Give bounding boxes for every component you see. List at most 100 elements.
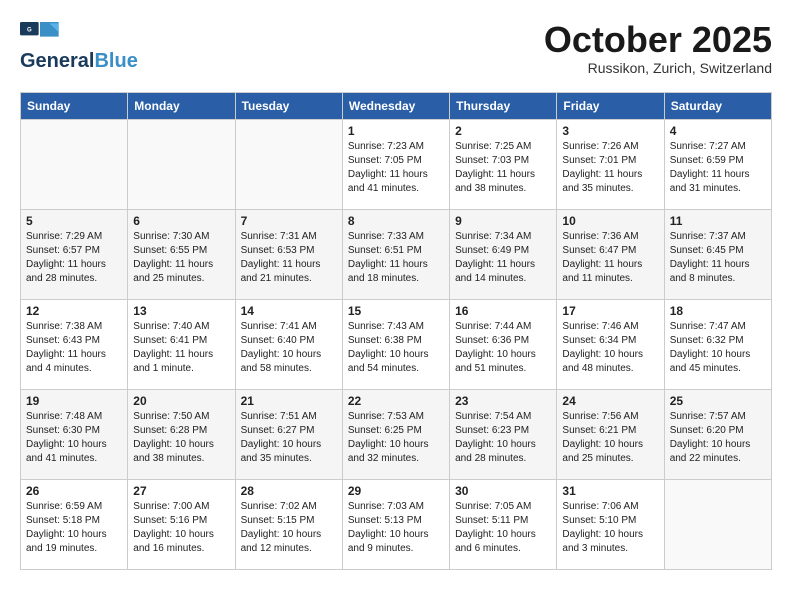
day-number: 24 <box>562 394 658 408</box>
day-number: 17 <box>562 304 658 318</box>
calendar-cell <box>128 119 235 209</box>
day-number: 7 <box>241 214 337 228</box>
title-block: October 2025 Russikon, Zurich, Switzerla… <box>544 20 772 76</box>
calendar-cell <box>664 479 771 569</box>
calendar-cell: 20 Sunrise: 7:50 AM Sunset: 6:28 PM Dayli… <box>128 389 235 479</box>
day-number: 26 <box>26 484 122 498</box>
day-number: 11 <box>670 214 766 228</box>
calendar-cell: 21Sunrise: 7:51 AM Sunset: 6:27 PM Dayli… <box>235 389 342 479</box>
logo-general: General <box>20 50 94 73</box>
logo-icon: G <box>20 20 60 48</box>
logo-blue: Blue <box>94 50 137 73</box>
calendar-cell: 18 Sunrise: 7:47 AM Sunset: 6:32 PM Dayli… <box>664 299 771 389</box>
day-info: Sunrise: 7:56 AM Sunset: 6:21 PM Dayligh… <box>562 410 658 466</box>
day-number: 21 <box>241 394 337 408</box>
column-header-saturday: Saturday <box>664 92 771 119</box>
day-info: Sunrise: 7:26 AM Sunset: 7:01 PM Dayligh… <box>562 140 658 196</box>
calendar-header-row: SundayMondayTuesdayWednesdayThursdayFrid… <box>21 92 772 119</box>
day-number: 4 <box>670 124 766 138</box>
column-header-thursday: Thursday <box>450 92 557 119</box>
day-info: Sunrise: 7:47 AM Sunset: 6:32 PM Dayligh… <box>670 320 766 376</box>
day-number: 29 <box>348 484 444 498</box>
day-number: 22 <box>348 394 444 408</box>
calendar-cell: 25 Sunrise: 7:57 AM Sunset: 6:20 PM Dayli… <box>664 389 771 479</box>
day-number: 13 <box>133 304 229 318</box>
column-header-monday: Monday <box>128 92 235 119</box>
day-info: Sunrise: 7:48 AM Sunset: 6:30 PM Dayligh… <box>26 410 122 466</box>
day-info: Sunrise: 7:06 AM Sunset: 5:10 PM Dayligh… <box>562 500 658 556</box>
calendar-cell: 14 Sunrise: 7:41 AM Sunset: 6:40 PM Dayli… <box>235 299 342 389</box>
day-number: 6 <box>133 214 229 228</box>
calendar-cell: 16Sunrise: 7:44 AM Sunset: 6:36 PM Dayli… <box>450 299 557 389</box>
day-info: Sunrise: 7:57 AM Sunset: 6:20 PM Dayligh… <box>670 410 766 466</box>
calendar-cell: 28 Sunrise: 7:02 AM Sunset: 5:15 PM Dayli… <box>235 479 342 569</box>
day-info: Sunrise: 7:43 AM Sunset: 6:38 PM Dayligh… <box>348 320 444 376</box>
calendar-cell <box>235 119 342 209</box>
calendar-cell: 6 Sunrise: 7:30 AM Sunset: 6:55 PM Daylig… <box>128 209 235 299</box>
day-info: Sunrise: 7:03 AM Sunset: 5:13 PM Dayligh… <box>348 500 444 556</box>
day-number: 20 <box>133 394 229 408</box>
day-number: 25 <box>670 394 766 408</box>
day-info: Sunrise: 6:59 AM Sunset: 5:18 PM Dayligh… <box>26 500 122 556</box>
day-info: Sunrise: 7:37 AM Sunset: 6:45 PM Dayligh… <box>670 230 766 286</box>
day-info: Sunrise: 7:00 AM Sunset: 5:16 PM Dayligh… <box>133 500 229 556</box>
column-header-tuesday: Tuesday <box>235 92 342 119</box>
calendar-cell: 9Sunrise: 7:34 AM Sunset: 6:49 PM Daylig… <box>450 209 557 299</box>
calendar-cell: 23Sunrise: 7:54 AM Sunset: 6:23 PM Dayli… <box>450 389 557 479</box>
calendar-cell: 30 Sunrise: 7:05 AM Sunset: 5:11 PM Dayli… <box>450 479 557 569</box>
calendar-cell: 17 Sunrise: 7:46 AM Sunset: 6:34 PM Dayli… <box>557 299 664 389</box>
day-info: Sunrise: 7:31 AM Sunset: 6:53 PM Dayligh… <box>241 230 337 286</box>
calendar-week-2: 5 Sunrise: 7:29 AM Sunset: 6:57 PM Daylig… <box>21 209 772 299</box>
calendar-table: SundayMondayTuesdayWednesdayThursdayFrid… <box>20 92 772 570</box>
day-number: 2 <box>455 124 551 138</box>
day-info: Sunrise: 7:46 AM Sunset: 6:34 PM Dayligh… <box>562 320 658 376</box>
day-info: Sunrise: 7:27 AM Sunset: 6:59 PM Dayligh… <box>670 140 766 196</box>
calendar-cell: 7 Sunrise: 7:31 AM Sunset: 6:53 PM Daylig… <box>235 209 342 299</box>
day-info: Sunrise: 7:50 AM Sunset: 6:28 PM Dayligh… <box>133 410 229 466</box>
day-info: Sunrise: 7:41 AM Sunset: 6:40 PM Dayligh… <box>241 320 337 376</box>
calendar-cell: 13 Sunrise: 7:40 AM Sunset: 6:41 PM Dayli… <box>128 299 235 389</box>
day-info: Sunrise: 7:02 AM Sunset: 5:15 PM Dayligh… <box>241 500 337 556</box>
day-number: 19 <box>26 394 122 408</box>
column-header-friday: Friday <box>557 92 664 119</box>
calendar-cell: 24 Sunrise: 7:56 AM Sunset: 6:21 PM Dayli… <box>557 389 664 479</box>
day-info: Sunrise: 7:54 AM Sunset: 6:23 PM Dayligh… <box>455 410 551 466</box>
month-title: October 2025 <box>544 20 772 60</box>
calendar-week-3: 12Sunrise: 7:38 AM Sunset: 6:43 PM Dayli… <box>21 299 772 389</box>
calendar-cell: 29 Sunrise: 7:03 AM Sunset: 5:13 PM Dayli… <box>342 479 449 569</box>
day-number: 15 <box>348 304 444 318</box>
day-info: Sunrise: 7:34 AM Sunset: 6:49 PM Dayligh… <box>455 230 551 286</box>
day-info: Sunrise: 7:33 AM Sunset: 6:51 PM Dayligh… <box>348 230 444 286</box>
day-info: Sunrise: 7:38 AM Sunset: 6:43 PM Dayligh… <box>26 320 122 376</box>
day-info: Sunrise: 7:36 AM Sunset: 6:47 PM Dayligh… <box>562 230 658 286</box>
calendar-cell <box>21 119 128 209</box>
day-number: 5 <box>26 214 122 228</box>
day-number: 18 <box>670 304 766 318</box>
logo: G General Blue <box>20 20 138 73</box>
day-number: 14 <box>241 304 337 318</box>
day-info: Sunrise: 7:23 AM Sunset: 7:05 PM Dayligh… <box>348 140 444 196</box>
calendar-cell: 19 Sunrise: 7:48 AM Sunset: 6:30 PM Dayli… <box>21 389 128 479</box>
location: Russikon, Zurich, Switzerland <box>544 60 772 76</box>
calendar-cell: 2Sunrise: 7:25 AM Sunset: 7:03 PM Daylig… <box>450 119 557 209</box>
day-info: Sunrise: 7:53 AM Sunset: 6:25 PM Dayligh… <box>348 410 444 466</box>
day-info: Sunrise: 7:05 AM Sunset: 5:11 PM Dayligh… <box>455 500 551 556</box>
day-number: 1 <box>348 124 444 138</box>
day-number: 8 <box>348 214 444 228</box>
calendar-cell: 11 Sunrise: 7:37 AM Sunset: 6:45 PM Dayli… <box>664 209 771 299</box>
day-info: Sunrise: 7:40 AM Sunset: 6:41 PM Dayligh… <box>133 320 229 376</box>
day-number: 30 <box>455 484 551 498</box>
day-number: 10 <box>562 214 658 228</box>
column-header-sunday: Sunday <box>21 92 128 119</box>
calendar-week-1: 1 Sunrise: 7:23 AM Sunset: 7:05 PM Daylig… <box>21 119 772 209</box>
day-info: Sunrise: 7:29 AM Sunset: 6:57 PM Dayligh… <box>26 230 122 286</box>
calendar-cell: 8 Sunrise: 7:33 AM Sunset: 6:51 PM Daylig… <box>342 209 449 299</box>
day-number: 31 <box>562 484 658 498</box>
day-number: 28 <box>241 484 337 498</box>
calendar-week-5: 26 Sunrise: 6:59 AM Sunset: 5:18 PM Dayli… <box>21 479 772 569</box>
page-header: G General Blue October 2025 Russikon, Zu… <box>20 20 772 76</box>
day-number: 27 <box>133 484 229 498</box>
calendar-cell: 4 Sunrise: 7:27 AM Sunset: 6:59 PM Daylig… <box>664 119 771 209</box>
calendar-cell: 10 Sunrise: 7:36 AM Sunset: 6:47 PM Dayli… <box>557 209 664 299</box>
day-info: Sunrise: 7:30 AM Sunset: 6:55 PM Dayligh… <box>133 230 229 286</box>
